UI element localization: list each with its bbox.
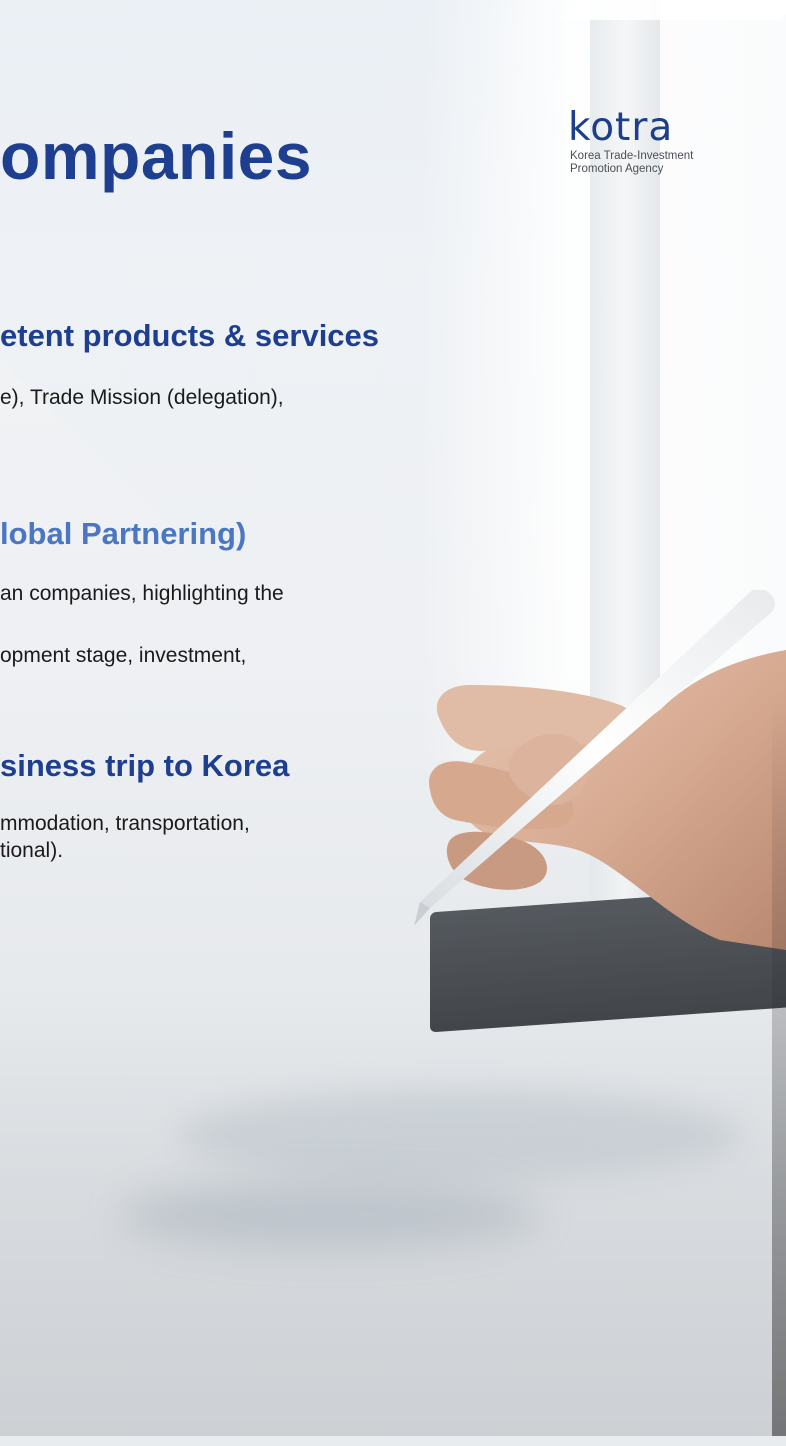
section-heading-partnering: lobal Partnering) xyxy=(0,516,247,551)
section-text-business-trip-line2: tional). xyxy=(0,839,64,862)
section-text-partnering-line2: opment stage, investment, xyxy=(0,644,247,667)
background-top-strip xyxy=(560,0,786,20)
slide-title: ompanies xyxy=(0,119,313,193)
hand-with-stylus-photo xyxy=(414,590,786,950)
bottom-border xyxy=(0,1436,786,1446)
logo-wordmark: kotra xyxy=(568,105,674,150)
kotra-logo: kotra Korea Trade-Investment Promotion A… xyxy=(568,106,748,186)
section-text-business-trip-line1: mmodation, transportation, xyxy=(0,812,250,835)
logo-subtitle-line1: Korea Trade-Investment xyxy=(570,150,694,162)
right-edge-shadow xyxy=(772,700,786,1446)
section-text-products: e), Trade Mission (delegation), xyxy=(0,386,284,409)
background-blur-object xyxy=(120,1180,540,1250)
background-blur-object xyxy=(180,1090,740,1180)
section-heading-products: etent products & services xyxy=(0,318,380,353)
logo-subtitle-line2: Promotion Agency xyxy=(570,163,664,175)
section-heading-business-trip: siness trip to Korea xyxy=(0,748,290,783)
section-text-partnering-line1: an companies, highlighting the xyxy=(0,582,284,605)
